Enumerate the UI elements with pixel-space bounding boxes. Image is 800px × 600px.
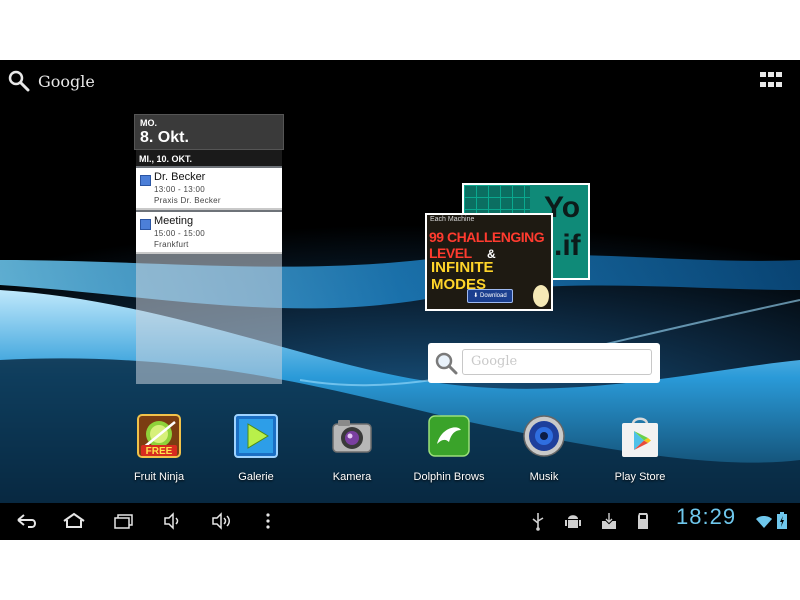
promo-character-icon: [533, 285, 549, 307]
calendar-date: 8. Okt.: [140, 129, 189, 146]
battery-icon: [777, 512, 787, 529]
calendar-color-icon: [140, 175, 151, 186]
app-camera[interactable]: Kamera: [307, 414, 397, 483]
app-gallery[interactable]: Galerie: [211, 414, 301, 483]
download-icon: [602, 513, 616, 529]
search-icon: [435, 352, 458, 375]
status-clock: 18:29: [676, 504, 737, 529]
search-icon: [8, 70, 30, 92]
app-fruit-ninja[interactable]: FREE Fruit Ninja: [114, 414, 204, 483]
menu-icon[interactable]: [264, 511, 272, 531]
google-search-bar[interactable]: Google: [8, 68, 95, 94]
event-title: Dr. Becker: [154, 171, 206, 183]
app-label: Musik: [529, 471, 559, 483]
calendar-header: MO. 8. Okt.: [134, 114, 284, 150]
wifi-icon: [756, 516, 772, 528]
android-debug-icon: [565, 515, 581, 528]
play-store-icon: [618, 414, 662, 458]
fruit-ninja-icon: FREE: [137, 414, 181, 458]
promo-subheadline: INFINITE MODES: [431, 259, 494, 293]
usb-icon: [532, 513, 544, 531]
app-label: Play Store: [614, 471, 666, 483]
search-placeholder: Google: [471, 354, 518, 369]
back-icon[interactable]: [14, 511, 38, 531]
calendar-color-icon: [140, 219, 151, 230]
app-dolphin-browser[interactable]: Dolphin Brows: [404, 414, 494, 483]
gallery-icon: [234, 414, 278, 458]
calendar-subheader: MI., 10. OKT.: [136, 150, 282, 166]
event-location: Frankfurt: [154, 240, 189, 249]
app-music[interactable]: Musik: [499, 414, 589, 483]
calendar-day-of-week: MO.: [140, 118, 157, 128]
promo-download-button[interactable]: ⬇ Download: [467, 289, 513, 303]
recent-apps-icon[interactable]: [112, 511, 136, 531]
calendar-widget[interactable]: MO. 8. Okt. MI., 10. OKT. Dr. Becker 13:…: [134, 114, 284, 384]
promo-text-if: .if: [554, 229, 581, 262]
app-label: Dolphin Brows: [413, 471, 485, 483]
promo-image-front[interactable]: Each Machine 99 CHALLENGING LEVEL & INFI…: [425, 213, 553, 311]
dolphin-browser-icon: [427, 414, 471, 458]
search-input[interactable]: Google: [462, 349, 652, 375]
event-time: 15:00 - 15:00: [154, 229, 206, 238]
event-time: 13:00 - 13:00: [154, 185, 206, 194]
app-label: Kamera: [332, 471, 372, 483]
music-icon: [522, 414, 566, 458]
app-label: Fruit Ninja: [133, 471, 185, 483]
calendar-event[interactable]: Dr. Becker 13:00 - 13:00 Praxis Dr. Beck…: [136, 168, 282, 210]
calendar-body: MI., 10. OKT. Dr. Becker 13:00 - 13:00 P…: [136, 150, 282, 384]
volume-up-icon[interactable]: [210, 511, 232, 531]
home-icon[interactable]: [62, 511, 86, 531]
google-label: Google: [38, 71, 95, 91]
all-apps-icon[interactable]: [760, 72, 782, 90]
home-screen: Google MO. 8. Okt. MI., 10. OKT. Dr. Bec…: [0, 60, 800, 540]
app-label: Galerie: [238, 471, 274, 483]
free-badge: FREE: [146, 446, 173, 457]
app-play-store[interactable]: Play Store: [595, 414, 685, 483]
event-title: Meeting: [154, 215, 194, 227]
volume-down-icon[interactable]: [162, 511, 184, 531]
google-search-widget[interactable]: Google: [428, 343, 660, 383]
event-location: Praxis Dr. Becker: [154, 196, 221, 205]
promo-caption: Each Machine: [430, 216, 475, 223]
calendar-event[interactable]: Meeting 15:00 - 15:00 Frankfurt: [136, 212, 282, 254]
sd-card-icon: [638, 513, 648, 529]
camera-icon: [330, 414, 374, 458]
